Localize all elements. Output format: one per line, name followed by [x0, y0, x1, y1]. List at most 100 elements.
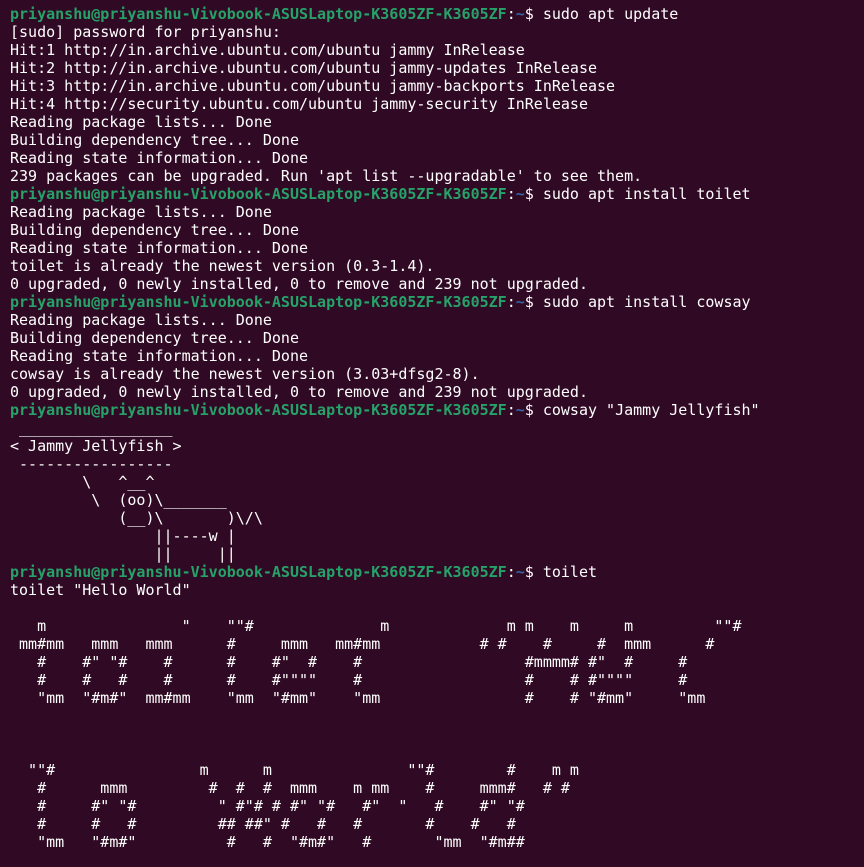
output-line: cowsay is already the newest version (3.… [10, 365, 864, 383]
output-line: m " ""# m m m m m ""# [10, 617, 864, 635]
output-text: 0 upgraded, 0 newly installed, 0 to remo… [10, 275, 588, 293]
output-line: "mm "#m#" mm#mm "mm "#mm" "mm # # "#mm" … [10, 689, 864, 707]
output-line: ||----w | [10, 527, 864, 545]
output-text: "mm "#m#" # # "#m#" # "mm "#m## [10, 833, 525, 851]
prompt-dollar: $ [524, 293, 543, 311]
output-text: Reading package lists... Done [10, 203, 272, 221]
output-line: \ (oo)\_______ [10, 491, 864, 509]
prompt-line: priyanshu@priyanshu-Vivobook-ASUSLaptop-… [10, 185, 864, 203]
prompt-user: priyanshu@priyanshu-Vivobook-ASUSLaptop-… [10, 5, 507, 23]
output-text: Reading state information... Done [10, 149, 309, 167]
output-text: m " ""# m m m m m ""# [10, 617, 742, 635]
output-text: Reading package lists... Done [10, 113, 272, 131]
output-text: toilet "Hello World" [10, 581, 191, 599]
output-text: Reading package lists... Done [10, 311, 272, 329]
output-text: Hit:2 http://in.archive.ubuntu.com/ubunt… [10, 59, 597, 77]
output-text: || || [10, 545, 236, 563]
prompt-dollar: $ [524, 5, 543, 23]
output-line: 239 packages can be upgraded. Run 'apt l… [10, 167, 864, 185]
output-line: Hit:2 http://in.archive.ubuntu.com/ubunt… [10, 59, 864, 77]
output-line: Hit:1 http://in.archive.ubuntu.com/ubunt… [10, 41, 864, 59]
prompt-user: priyanshu@priyanshu-Vivobook-ASUSLaptop-… [10, 563, 507, 581]
output-line: (__)\ )\/\ [10, 509, 864, 527]
output-line: Reading state information... Done [10, 347, 864, 365]
prompt-dollar: $ [524, 401, 543, 419]
prompt-user: priyanshu@priyanshu-Vivobook-ASUSLaptop-… [10, 185, 507, 203]
output-line: 0 upgraded, 0 newly installed, 0 to remo… [10, 275, 864, 293]
prompt-path: ~ [515, 563, 525, 581]
output-line: mm#mm mmm mmm # mmm mm#mm # # # # mmm # [10, 635, 864, 653]
output-line: Hit:4 http://security.ubuntu.com/ubuntu … [10, 95, 864, 113]
output-line: Building dependency tree... Done [10, 221, 864, 239]
output-line: Reading state information... Done [10, 239, 864, 257]
prompt-separator: : [506, 401, 516, 419]
output-line: \ ^__^ [10, 473, 864, 491]
prompt-line: priyanshu@priyanshu-Vivobook-ASUSLaptop-… [10, 5, 864, 23]
prompt-user: priyanshu@priyanshu-Vivobook-ASUSLaptop-… [10, 401, 507, 419]
output-line: Hit:3 http://in.archive.ubuntu.com/ubunt… [10, 77, 864, 95]
output-text: Building dependency tree... Done [10, 131, 299, 149]
output-text: Hit:3 http://in.archive.ubuntu.com/ubunt… [10, 77, 616, 95]
output-text: (__)\ )\/\ [10, 509, 263, 527]
output-text: Building dependency tree... Done [10, 329, 299, 347]
prompt-path: ~ [515, 5, 525, 23]
output-text: [sudo] password for priyanshu: [10, 23, 281, 41]
output-text: # mmm # # # mmm m mm # mmm# # # [10, 779, 570, 797]
prompt-separator: : [506, 563, 516, 581]
output-line: Reading package lists... Done [10, 203, 864, 221]
output-text: cowsay is already the newest version (3.… [10, 365, 480, 383]
output-text: Hit:4 http://security.ubuntu.com/ubuntu … [10, 95, 588, 113]
output-line: # # # # # #"""" # # # #"""" # [10, 671, 864, 689]
output-line: < Jammy Jellyfish > [10, 437, 864, 455]
output-text: mm#mm mmm mmm # mmm mm#mm # # # # mmm # [10, 635, 715, 653]
prompt-separator: : [506, 185, 516, 203]
output-text: ----------------- [10, 455, 173, 473]
output-text: \ ^__^ [10, 473, 155, 491]
output-line: # # # ## ##" # # # # # # [10, 815, 864, 833]
output-line: # mmm # # # mmm m mm # mmm# # # [10, 779, 864, 797]
output-line: 0 upgraded, 0 newly installed, 0 to remo… [10, 383, 864, 401]
command-text: toilet [542, 563, 598, 581]
command-text: sudo apt install cowsay [542, 293, 751, 311]
prompt-dollar: $ [524, 563, 543, 581]
prompt-line: priyanshu@priyanshu-Vivobook-ASUSLaptop-… [10, 563, 864, 581]
prompt-path: ~ [515, 293, 525, 311]
command-text: sudo apt install toilet [542, 185, 751, 203]
prompt-path: ~ [515, 401, 525, 419]
prompt-path: ~ [515, 185, 525, 203]
prompt-line: priyanshu@priyanshu-Vivobook-ASUSLaptop-… [10, 293, 864, 311]
output-text: _________________ [10, 419, 173, 437]
output-line: toilet "Hello World" [10, 581, 864, 599]
output-line: Reading state information... Done [10, 149, 864, 167]
output-text: # # # ## ##" # # # # # # [10, 815, 516, 833]
prompt-separator: : [506, 5, 516, 23]
terminal-window[interactable]: priyanshu@priyanshu-Vivobook-ASUSLaptop-… [0, 0, 864, 867]
output-line: toilet is already the newest version (0.… [10, 257, 864, 275]
output-line: || || [10, 545, 864, 563]
output-line: # #" "# " #"# # #" "# #" " # #" "# [10, 797, 864, 815]
prompt-separator: : [506, 293, 516, 311]
command-text: sudo apt update [542, 5, 679, 23]
output-line: Reading package lists... Done [10, 311, 864, 329]
output-line: _________________ [10, 419, 864, 437]
output-line: Reading package lists... Done [10, 113, 864, 131]
output-text: < Jammy Jellyfish > [10, 437, 182, 455]
output-text: Reading state information... Done [10, 239, 309, 257]
output-text: 239 packages can be upgraded. Run 'apt l… [10, 167, 643, 185]
prompt-dollar: $ [524, 185, 543, 203]
output-text: Reading state information... Done [10, 347, 309, 365]
output-line: Building dependency tree... Done [10, 329, 864, 347]
output-text: \ (oo)\_______ [10, 491, 227, 509]
output-line: # #" "# # # #" # # #mmmm# #" # # [10, 653, 864, 671]
output-text: 0 upgraded, 0 newly installed, 0 to remo… [10, 383, 588, 401]
command-text: cowsay "Jammy Jellyfish" [542, 401, 760, 419]
output-text: # #" "# " #"# # #" "# #" " # #" "# [10, 797, 525, 815]
output-line: ""# m m ""# # m m [10, 761, 864, 779]
output-text: # # # # # #"""" # # # #"""" # [10, 671, 688, 689]
output-line: "mm "#m#" # # "#m#" # "mm "#m## [10, 833, 864, 851]
output-text: ||----w | [10, 527, 236, 545]
